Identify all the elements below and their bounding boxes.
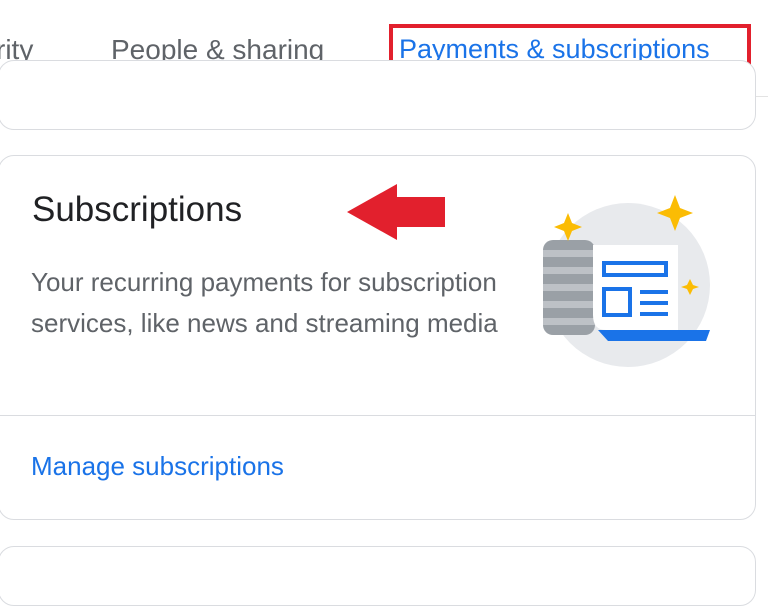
arrow-left-icon <box>347 184 445 240</box>
next-card <box>0 546 756 606</box>
manage-subscriptions-link[interactable]: Manage subscriptions <box>31 451 284 482</box>
card-divider <box>0 415 756 416</box>
subscription-newspaper-icon <box>543 195 710 367</box>
previous-card <box>0 60 756 130</box>
card-title: Subscriptions <box>32 190 243 229</box>
card-description: Your recurring payments for subscription… <box>31 267 498 338</box>
